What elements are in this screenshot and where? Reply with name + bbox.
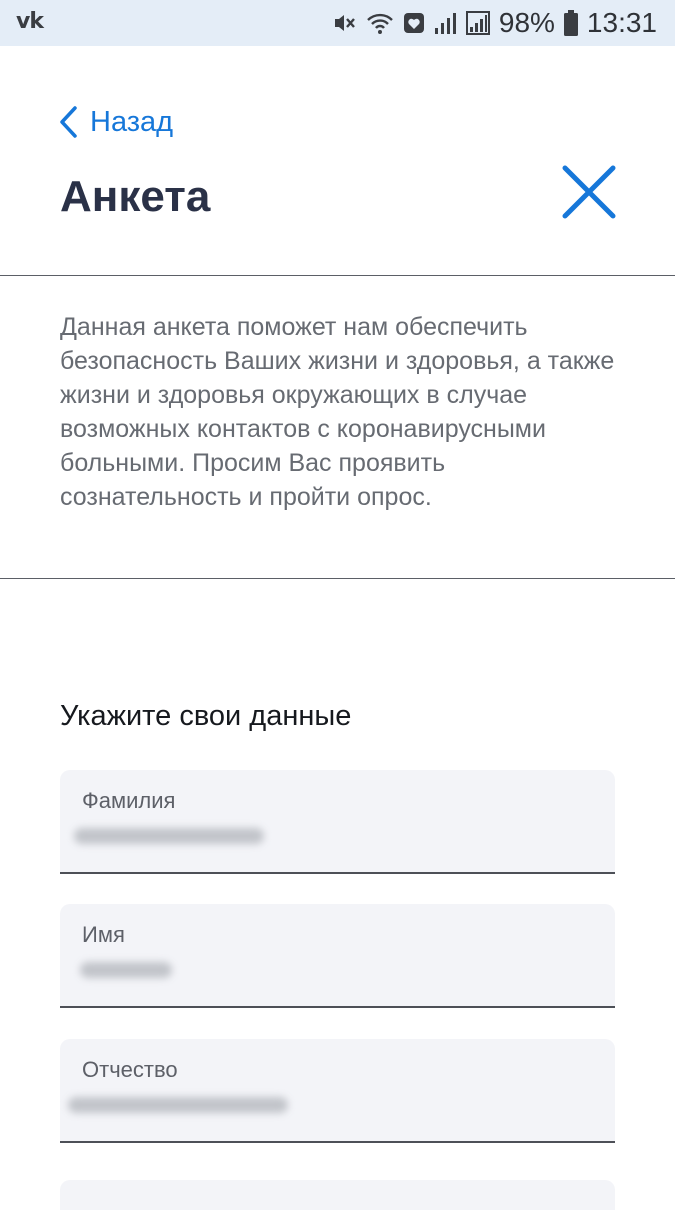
- battery-icon: [563, 9, 579, 37]
- close-button[interactable]: [560, 163, 618, 221]
- back-label: Назад: [90, 105, 174, 138]
- mute-icon: [331, 10, 357, 36]
- wifi-icon: [365, 10, 395, 36]
- battery-percent: 98%: [498, 7, 555, 38]
- status-bar: vk 98% 13:31: [0, 0, 675, 46]
- status-icons: 98% 13:31: [331, 0, 657, 46]
- page-title: Анкета: [60, 172, 211, 221]
- intro-text: Данная анкета поможет нам обеспечить без…: [60, 313, 615, 511]
- close-icon: [562, 165, 616, 219]
- signal-icon-2: [465, 10, 491, 36]
- field-label: Отчество: [82, 1057, 178, 1082]
- back-button[interactable]: Назад: [58, 102, 173, 142]
- patronymic-field[interactable]: Отчество: [60, 1039, 615, 1143]
- next-field[interactable]: [60, 1180, 615, 1210]
- clock-time: 13:31: [586, 7, 657, 38]
- redacted-value: [74, 828, 264, 844]
- heart-notification-icon: [403, 12, 425, 34]
- section-title: Укажите свои данные: [60, 700, 352, 732]
- redacted-value: [68, 1097, 288, 1113]
- header-divider: [0, 275, 675, 276]
- chevron-left-icon: [58, 105, 78, 139]
- vk-logo-icon: vk: [16, 9, 44, 34]
- signal-icon: [433, 10, 457, 36]
- last-name-field[interactable]: Фамилия: [60, 770, 615, 874]
- field-label: Фамилия: [82, 788, 176, 813]
- redacted-value: [80, 962, 172, 978]
- first-name-field[interactable]: Имя: [60, 904, 615, 1008]
- field-label: Имя: [82, 922, 125, 947]
- intro-divider: [0, 578, 675, 579]
